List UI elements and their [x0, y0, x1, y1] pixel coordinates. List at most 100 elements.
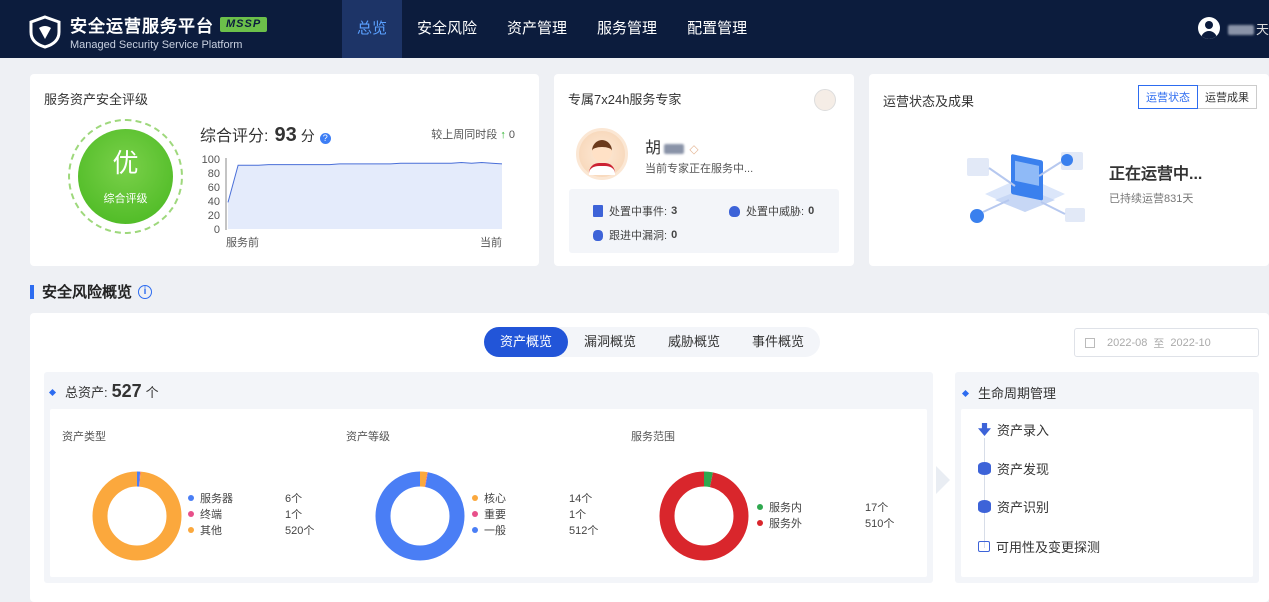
y-axis-ticks: 100 80 60 40 20 0: [202, 154, 220, 236]
week-compare: 较上周同时段 ↑ 0: [431, 126, 515, 142]
trend-area: [228, 162, 502, 229]
operation-tabs: 运营状态 运营成果: [1138, 85, 1257, 109]
calendar-icon: [1085, 337, 1095, 348]
chart-title-service-scope: 服务范围: [631, 431, 675, 443]
y-tick: 100: [202, 154, 220, 166]
lifecycle-item-availability[interactable]: 可用性及变更探测: [978, 537, 1100, 556]
help-icon[interactable]: ?: [319, 133, 331, 144]
compare-label: 较上周同时段: [431, 129, 498, 141]
x-tick-end: 当前: [480, 235, 502, 249]
date-range-picker[interactable]: 2022-08 至 2022-10: [1074, 328, 1259, 357]
total-assets-header: 总资产: 527 个: [48, 381, 159, 402]
diamond-bullet-icon: [961, 389, 970, 398]
total-value: 527: [111, 381, 142, 401]
legend-item[interactable]: 一般 512个: [472, 522, 598, 538]
legend-item[interactable]: 核心 14个: [472, 490, 598, 506]
lifecycle-item-entry[interactable]: 资产录入: [978, 420, 1049, 439]
score-unit: 分: [300, 128, 315, 144]
date-separator: 至: [1153, 337, 1165, 350]
grade-ring: 优 综合评级: [68, 119, 183, 234]
expert-name: 胡 ◇: [645, 140, 699, 157]
main-nav: 总览 安全风险 资产管理 服务管理 配置管理: [342, 0, 762, 58]
total-label: 总资产:: [65, 385, 108, 400]
card-title: 运营状态及成果: [883, 94, 975, 109]
legend-dot: [188, 511, 194, 517]
total-unit: 个: [145, 385, 159, 400]
stat-vulnerabilities[interactable]: 跟进中漏洞: 0: [593, 227, 677, 243]
section-title: 安全风险概览: [42, 284, 133, 301]
operation-illustration: [967, 152, 1085, 223]
document-icon: [593, 205, 603, 217]
y-tick: 20: [208, 210, 220, 222]
legend-item[interactable]: 服务外 510个: [757, 515, 894, 531]
download-icon: [978, 423, 991, 436]
grade-label: 综合评级: [103, 193, 148, 205]
lifecycle-item-discovery[interactable]: 资产发现: [978, 459, 1049, 478]
operation-days: 已持续运营831天: [1109, 193, 1194, 205]
diamond-bullet-icon: [48, 388, 57, 397]
date-to[interactable]: 2022-10: [1170, 337, 1210, 349]
tab-operation-results[interactable]: 运营成果: [1198, 85, 1257, 109]
user-name[interactable]: 天: [1227, 19, 1269, 38]
card-title: 专属7x24h服务专家: [568, 92, 682, 107]
top-navigation-bar: 安全运营服务平台 MSSP Managed Security Service Pl…: [0, 0, 1269, 58]
user-avatar-icon[interactable]: [1197, 17, 1220, 39]
score-trend-chart: 100 80 60 40 20 0 服务前 当前: [202, 154, 503, 249]
tab-event-overview[interactable]: 事件概览: [736, 327, 820, 357]
lifecycle-connector: [984, 438, 985, 548]
nav-security-risk[interactable]: 安全风险: [402, 0, 492, 58]
nav-service-management[interactable]: 服务管理: [582, 0, 672, 58]
chat-avatar-icon[interactable]: [814, 89, 836, 111]
legend-dot: [472, 511, 478, 517]
legend-dot: [472, 495, 478, 501]
date-from[interactable]: 2022-08: [1107, 337, 1147, 349]
overview-tabs: 资产概览 漏洞概览 威胁概览 事件概览: [484, 327, 821, 357]
lifecycle-item-identify[interactable]: 资产识别: [978, 497, 1049, 516]
stat-threats[interactable]: 处置中威胁: 0: [729, 203, 814, 219]
shield-logo-icon: [29, 14, 61, 49]
tab-threat-overview[interactable]: 威胁概览: [652, 327, 736, 357]
diamond-icon: ◇: [686, 142, 699, 156]
legend-item[interactable]: 终端 1个: [188, 506, 314, 522]
user-menu[interactable]: 天: [1197, 17, 1269, 39]
legend-dot: [188, 527, 194, 533]
y-tick: 0: [214, 224, 220, 236]
expert-status: 当前专家正在服务中...: [645, 163, 754, 175]
asset-level-legend: 核心 14个 重要 1个 一般 512个: [472, 490, 598, 538]
nav-overview[interactable]: 总览: [342, 0, 403, 58]
section-accent-bar: [30, 284, 34, 299]
asset-level-donut: [375, 471, 465, 561]
legend-item[interactable]: 重要 1个: [472, 506, 598, 522]
legend-item[interactable]: 服务内 17个: [757, 499, 894, 515]
tab-asset-overview[interactable]: 资产概览: [484, 327, 569, 357]
expert-stats-box: 处置中事件: 3 处置中威胁: 0 跟进中漏洞: 0: [569, 189, 839, 253]
asset-rating-card: 服务资产安全评级 优 综合评级 综合评分: 93 分 ? 较上周同时段 ↑ 0 …: [30, 74, 539, 266]
service-scope-donut: [659, 471, 749, 561]
nav-asset-management[interactable]: 资产管理: [492, 0, 582, 58]
tab-operation-status[interactable]: 运营状态: [1138, 85, 1198, 109]
donut-slice-2[interactable]: [92, 471, 182, 561]
database-icon: [978, 500, 991, 513]
platform-title: 安全运营服务平台: [70, 17, 214, 36]
threat-icon: [729, 205, 740, 217]
legend-dot: [472, 527, 478, 533]
stat-incidents[interactable]: 处置中事件: 3: [593, 203, 677, 219]
donut-slice-2[interactable]: [375, 471, 465, 561]
database-icon: [978, 462, 991, 475]
platform-logo[interactable]: 安全运营服务平台 MSSP Managed Security Service Pl…: [28, 12, 268, 51]
y-tick: 60: [208, 182, 220, 194]
operation-status-card: 运营状态及成果 运营状态 运营成果 正在运营中... 已持续运营831天: [869, 74, 1269, 266]
donut-slice-1[interactable]: [659, 471, 749, 561]
score-row: 综合评分: 93 分 ?: [200, 122, 331, 147]
nav-config-management[interactable]: 配置管理: [672, 0, 762, 58]
grade-badge: 优 综合评级: [78, 129, 173, 224]
info-icon[interactable]: i: [138, 284, 153, 299]
legend-item[interactable]: 服务器 6个: [188, 490, 314, 506]
asset-type-donut: [92, 471, 182, 561]
risk-overview-header: 安全风险概览 i: [30, 281, 153, 302]
redacted-text: [664, 143, 685, 154]
tab-vuln-overview[interactable]: 漏洞概览: [568, 327, 652, 357]
legend-item[interactable]: 其他 520个: [188, 522, 314, 538]
lifecycle-title: 生命周期管理: [978, 386, 1057, 401]
expert-avatar: [576, 128, 628, 180]
